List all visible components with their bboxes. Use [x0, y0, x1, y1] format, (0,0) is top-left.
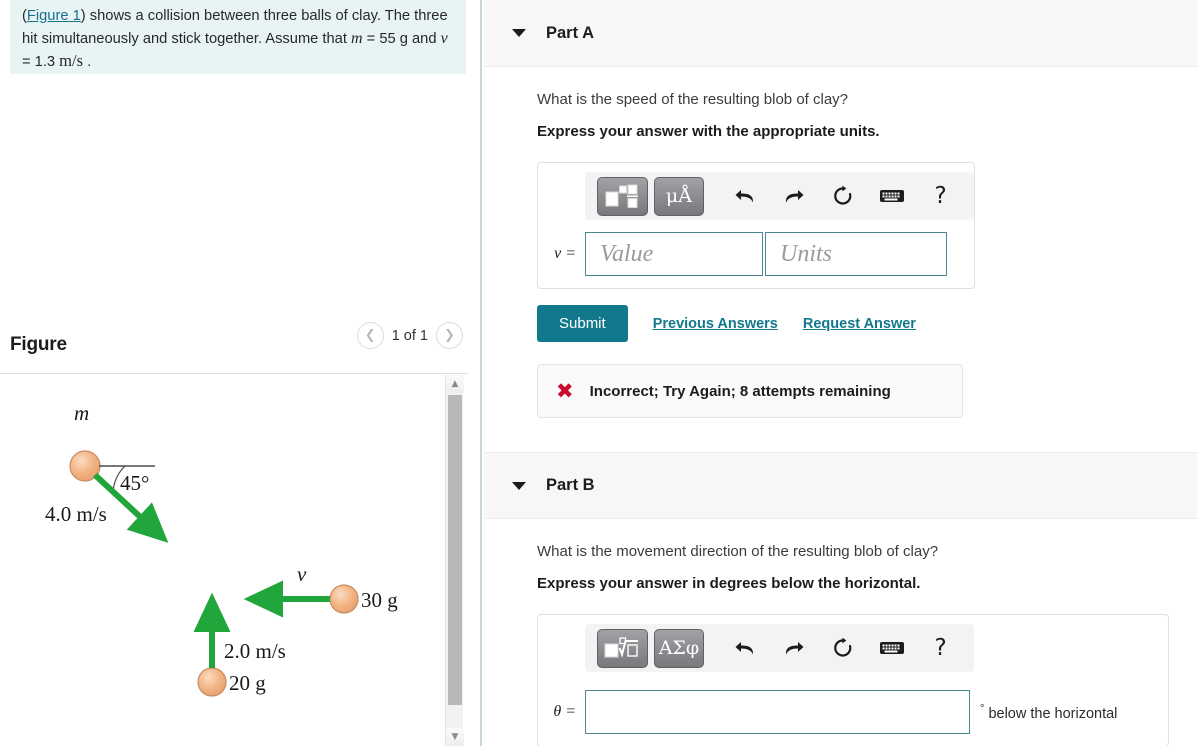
- svg-text:4.0 m/s: 4.0 m/s: [45, 502, 107, 526]
- scrollbar-thumb[interactable]: [448, 395, 462, 705]
- reset-icon[interactable]: [822, 629, 865, 667]
- svg-text:2.0 m/s: 2.0 m/s: [224, 639, 286, 663]
- m-symbol: m: [351, 29, 363, 47]
- chevron-left-icon[interactable]: ❮: [356, 322, 384, 349]
- figure-counter: 1 of 1: [391, 327, 428, 344]
- part-a-action-row: Submit Previous Answers Request Answer: [537, 305, 1197, 342]
- collision-diagram: m 45° 4.0 m/s v 30 g 2.0 m/s 20 g: [45, 401, 398, 697]
- feedback-text: Incorrect; Try Again; 8 attempts remaini…: [589, 382, 891, 400]
- units-template-icon[interactable]: μÅ: [653, 176, 705, 216]
- part-a-header[interactable]: Part A: [484, 0, 1197, 67]
- redo-icon[interactable]: [773, 629, 816, 667]
- degree-symbol: °: [980, 702, 985, 715]
- m-value: = 55 g and: [362, 30, 441, 47]
- keyboard-icon[interactable]: [870, 629, 913, 667]
- figure-scrollbar[interactable]: ▲ ▼: [445, 375, 464, 746]
- v-value: = 1.3: [22, 54, 60, 70]
- part-b-instruction: Express your answer in degrees below the…: [537, 575, 921, 592]
- part-b-answer-box: ΑΣφ ? θ = ° below the horizontal: [537, 614, 1169, 746]
- trailing-period: .: [83, 54, 92, 70]
- greek-symbols-label: ΑΣφ: [658, 637, 700, 659]
- math-template-icon[interactable]: [597, 176, 648, 216]
- greek-symbols-icon[interactable]: ΑΣφ: [653, 628, 705, 668]
- part-b-label: Part B: [546, 476, 595, 494]
- scroll-down-arrow-icon[interactable]: ▼: [446, 728, 464, 746]
- part-a-variable-label: v =: [554, 245, 576, 262]
- figure-title: Figure: [10, 334, 67, 355]
- left-panel: (Figure 1) shows a collision between thr…: [0, 0, 482, 746]
- part-a-feedback: ✖ Incorrect; Try Again; 8 attempts remai…: [537, 364, 963, 418]
- part-b-toolbar: ΑΣφ ?: [585, 624, 974, 672]
- part-b-input-row: θ = ° below the horizontal: [548, 690, 1158, 734]
- part-b-variable-label: θ =: [553, 703, 576, 720]
- theta-input[interactable]: [585, 690, 970, 734]
- part-a-question: What is the speed of the resulting blob …: [537, 91, 849, 108]
- request-answer-link[interactable]: Request Answer: [803, 316, 916, 332]
- undo-icon[interactable]: [724, 177, 767, 215]
- part-a-answer-box: μÅ ? v = Value Units: [537, 162, 975, 289]
- undo-icon[interactable]: [724, 629, 767, 667]
- keyboard-icon[interactable]: [870, 177, 913, 215]
- figure-header: Figure ❮ 1 of 1 ❯: [0, 322, 468, 374]
- x-mark-icon: ✖: [556, 379, 574, 403]
- svg-text:30 g: 30 g: [361, 588, 398, 612]
- v-symbol: v: [440, 29, 448, 47]
- svg-text:m: m: [74, 401, 89, 425]
- svg-text:v: v: [297, 562, 307, 586]
- submit-button[interactable]: Submit: [537, 305, 628, 342]
- page-root: (Figure 1) shows a collision between thr…: [0, 0, 1197, 746]
- chevron-right-icon[interactable]: ❯: [436, 322, 463, 349]
- part-a-toolbar: μÅ ?: [585, 172, 974, 220]
- figure-1-link[interactable]: Figure 1: [27, 8, 81, 24]
- caret-down-icon[interactable]: [512, 481, 526, 490]
- right-panel: Part A What is the speed of the resultin…: [484, 0, 1197, 746]
- figure-navigation: ❮ 1 of 1 ❯: [356, 322, 463, 349]
- svg-text:20 g: 20 g: [229, 671, 266, 695]
- part-a-body: What is the speed of the resulting blob …: [484, 91, 1197, 418]
- help-icon[interactable]: ?: [919, 177, 962, 215]
- math-root-template-icon[interactable]: [597, 628, 648, 668]
- part-b-body: What is the movement direction of the re…: [484, 543, 1197, 746]
- problem-statement-text: (Figure 1) shows a collision between thr…: [22, 6, 456, 74]
- figure-body: m 45° 4.0 m/s v 30 g 2.0 m/s 20 g ▲ ▼: [0, 375, 468, 746]
- part-a-instruction: Express your answer with the appropriate…: [537, 123, 880, 140]
- units-input[interactable]: Units: [765, 232, 947, 276]
- help-icon[interactable]: ?: [919, 629, 962, 667]
- part-a-input-row: v = Value Units: [548, 232, 964, 276]
- part-b-header[interactable]: Part B: [484, 452, 1197, 519]
- v-units: m/s: [59, 51, 83, 70]
- part-a-label: Part A: [546, 23, 594, 42]
- reset-icon[interactable]: [822, 177, 865, 215]
- svg-text:45°: 45°: [120, 471, 149, 495]
- units-placeholder: Units: [780, 240, 833, 267]
- scroll-up-arrow-icon[interactable]: ▲: [446, 375, 464, 393]
- problem-statement-box: (Figure 1) shows a collision between thr…: [10, 0, 466, 74]
- part-b-question: What is the movement direction of the re…: [537, 543, 939, 560]
- redo-icon[interactable]: [773, 177, 816, 215]
- theta-suffix: ° below the horizontal: [980, 703, 1117, 722]
- suffix-text: below the horizontal: [988, 705, 1118, 722]
- previous-answers-link[interactable]: Previous Answers: [653, 316, 778, 332]
- caret-down-icon[interactable]: [512, 29, 526, 37]
- value-input[interactable]: Value: [585, 232, 763, 276]
- value-placeholder: Value: [600, 240, 654, 267]
- units-template-label: μÅ: [665, 185, 692, 207]
